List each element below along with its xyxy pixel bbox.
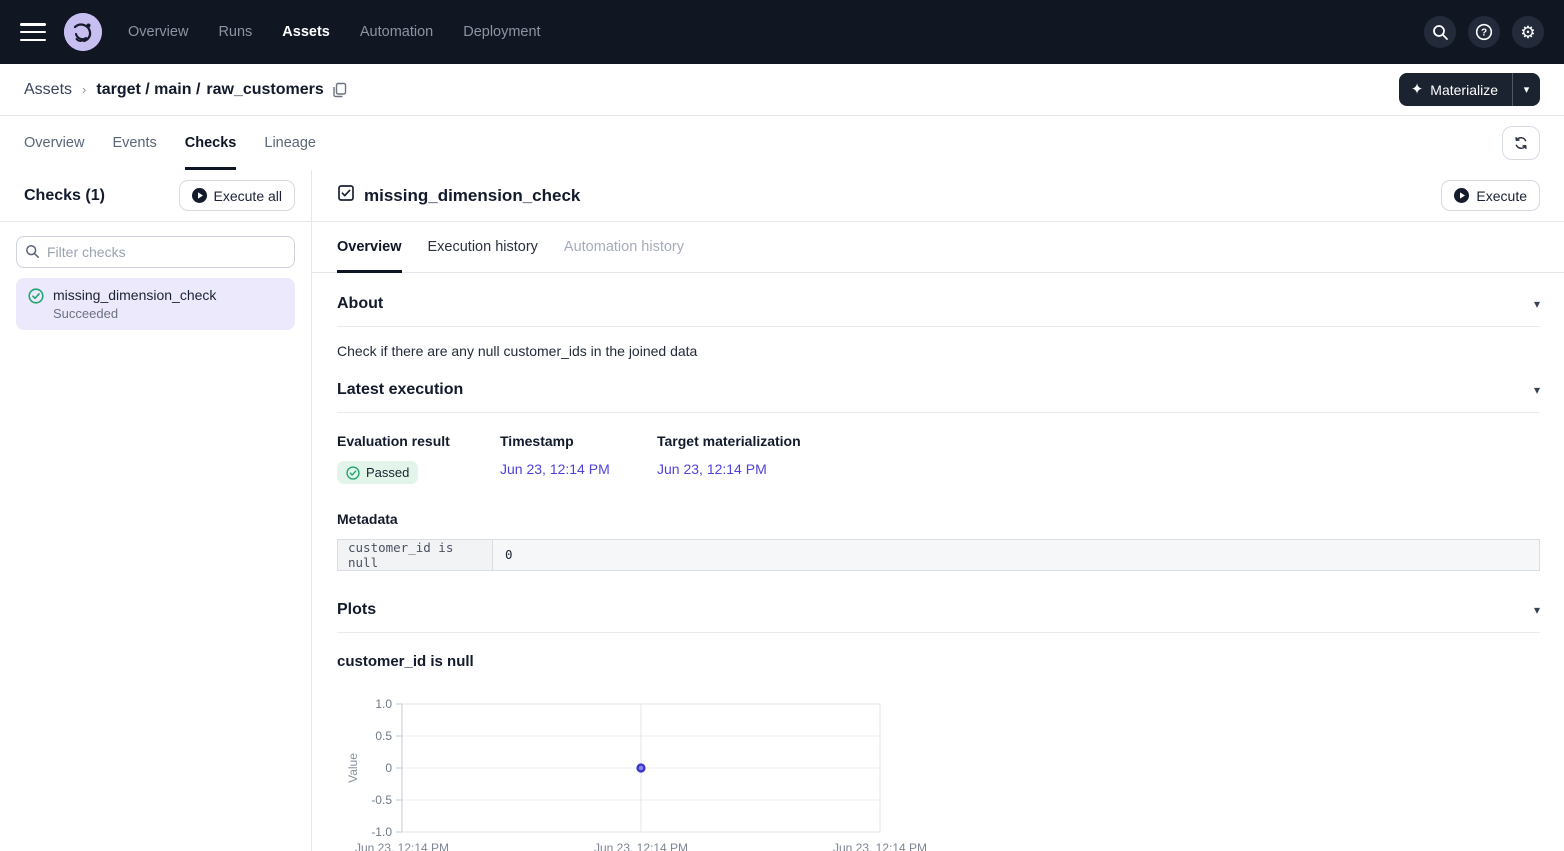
nav-item-overview[interactable]: Overview [128,24,188,40]
help-button[interactable]: ? [1468,16,1500,48]
tab-events[interactable]: Events [112,116,156,170]
sparkle-icon: ✦ [1411,82,1424,97]
tab-execution-history[interactable]: Execution history [428,222,538,272]
menu-icon[interactable] [20,23,46,41]
check-description: Check if there are any null customer_ids… [337,327,1540,367]
svg-text:?: ? [1481,28,1487,39]
search-button[interactable] [1424,16,1456,48]
breadcrumb-assets-link[interactable]: Assets [24,81,72,99]
y-tick-label: -1.0 [371,825,392,839]
x-tick-label: Jun 23, 12:14 PM [355,841,449,851]
data-point[interactable] [638,764,645,771]
latest-execution-heading: Latest execution [337,381,463,399]
octopus-icon [64,13,102,51]
search-icon [25,244,40,264]
materialize-split-button: ✦ Materialize ▾ [1399,73,1540,106]
primary-nav: Overview Runs Assets Automation Deployme… [128,24,541,40]
tab-overview[interactable]: Overview [24,116,84,170]
tab-checks[interactable]: Checks [185,116,237,170]
check-success-icon [28,288,44,321]
x-tick-label: Jun 23, 12:14 PM [833,841,927,851]
check-list-item[interactable]: missing_dimension_check Succeeded [16,278,295,330]
plot-title: customer_id is null [337,633,1540,684]
y-tick-label: -0.5 [371,793,392,807]
nav-item-deployment[interactable]: Deployment [463,24,540,40]
execute-all-button[interactable]: Execute all [179,180,295,211]
y-tick-label: 0 [385,761,392,775]
refresh-icon [1513,135,1529,151]
settings-button[interactable]: ⚙ [1512,16,1544,48]
asset-tabs: Overview Events Checks Lineage [0,116,1564,170]
latest-execution-section-header: Latest execution ▾ [337,367,1540,413]
table-row: customer_id is null 0 [338,539,1540,570]
chevron-right-icon: › [82,82,86,97]
checks-count-title: Checks (1) [24,187,105,205]
tab-check-overview[interactable]: Overview [337,222,402,272]
x-tick-label: Jun 23, 12:14 PM [594,841,688,851]
tab-lineage[interactable]: Lineage [264,116,316,170]
metadata-key: customer_id is null [338,539,493,570]
nav-item-runs[interactable]: Runs [218,24,252,40]
tab-automation-history[interactable]: Automation history [564,222,684,272]
check-detail-panel: missing_dimension_check Execute Overview… [312,170,1564,851]
nav-item-automation[interactable]: Automation [360,24,433,40]
check-circle-icon [346,466,360,480]
column-evaluation-result: Evaluation result [337,433,500,449]
target-materialization-link[interactable]: Jun 23, 12:14 PM [657,461,767,477]
play-icon [1454,188,1469,203]
metadata-heading: Metadata [337,485,1540,539]
metadata-table: customer_id is null 0 [337,539,1540,571]
copy-icon [332,82,347,98]
y-tick-label: 0.5 [375,729,392,743]
search-icon [1432,24,1449,41]
passed-badge: Passed [337,461,418,484]
check-status: Succeeded [53,306,216,321]
check-value-chart[interactable]: 1.0 0.5 0 -0.5 -1.0 Value Jun 23, 12:14 … [337,696,957,851]
column-timestamp: Timestamp [500,433,657,449]
breadcrumb-asset-name: raw_customers [206,81,323,99]
filter-checks-input[interactable] [16,236,295,268]
chevron-down-icon: ▾ [1524,83,1530,96]
play-icon [192,188,207,203]
timestamp-link[interactable]: Jun 23, 12:14 PM [500,461,610,477]
dagster-logo-icon[interactable] [64,13,102,51]
materialize-label: Materialize [1430,82,1498,98]
nav-item-assets[interactable]: Assets [282,24,330,40]
breadcrumb-row: Assets › target / main / raw_customers ✦… [0,64,1564,116]
materialize-dropdown-button[interactable]: ▾ [1512,73,1540,106]
collapse-caret-icon[interactable]: ▾ [1534,298,1540,310]
check-detail-tabs: Overview Execution history Automation hi… [312,222,1564,273]
collapse-caret-icon[interactable]: ▾ [1534,384,1540,396]
y-axis-label: Value [346,752,360,782]
check-square-icon [337,184,355,207]
refresh-button[interactable] [1502,126,1540,160]
checks-sidebar: Checks (1) Execute all [0,170,312,851]
collapse-caret-icon[interactable]: ▾ [1534,604,1540,616]
metadata-value: 0 [493,539,1540,570]
y-tick-label: 1.0 [375,697,392,711]
about-section-header: About ▾ [337,273,1540,327]
scatter-plot: 1.0 0.5 0 -0.5 -1.0 Value Jun 23, 12:14 … [337,696,957,851]
copy-button[interactable] [332,82,347,98]
plots-heading: Plots [337,601,376,619]
check-detail-title: missing_dimension_check [364,186,580,206]
materialize-button[interactable]: ✦ Materialize [1399,73,1512,106]
column-target-materialization: Target materialization [657,433,1540,449]
execute-button[interactable]: Execute [1441,180,1540,211]
about-heading: About [337,295,383,313]
breadcrumb-path[interactable]: target / main / [96,81,200,99]
help-icon: ? [1475,23,1493,41]
top-nav: Overview Runs Assets Automation Deployme… [0,0,1564,64]
plots-section-header: Plots ▾ [337,571,1540,633]
check-name: missing_dimension_check [53,287,216,303]
gear-icon: ⚙ [1520,24,1535,41]
